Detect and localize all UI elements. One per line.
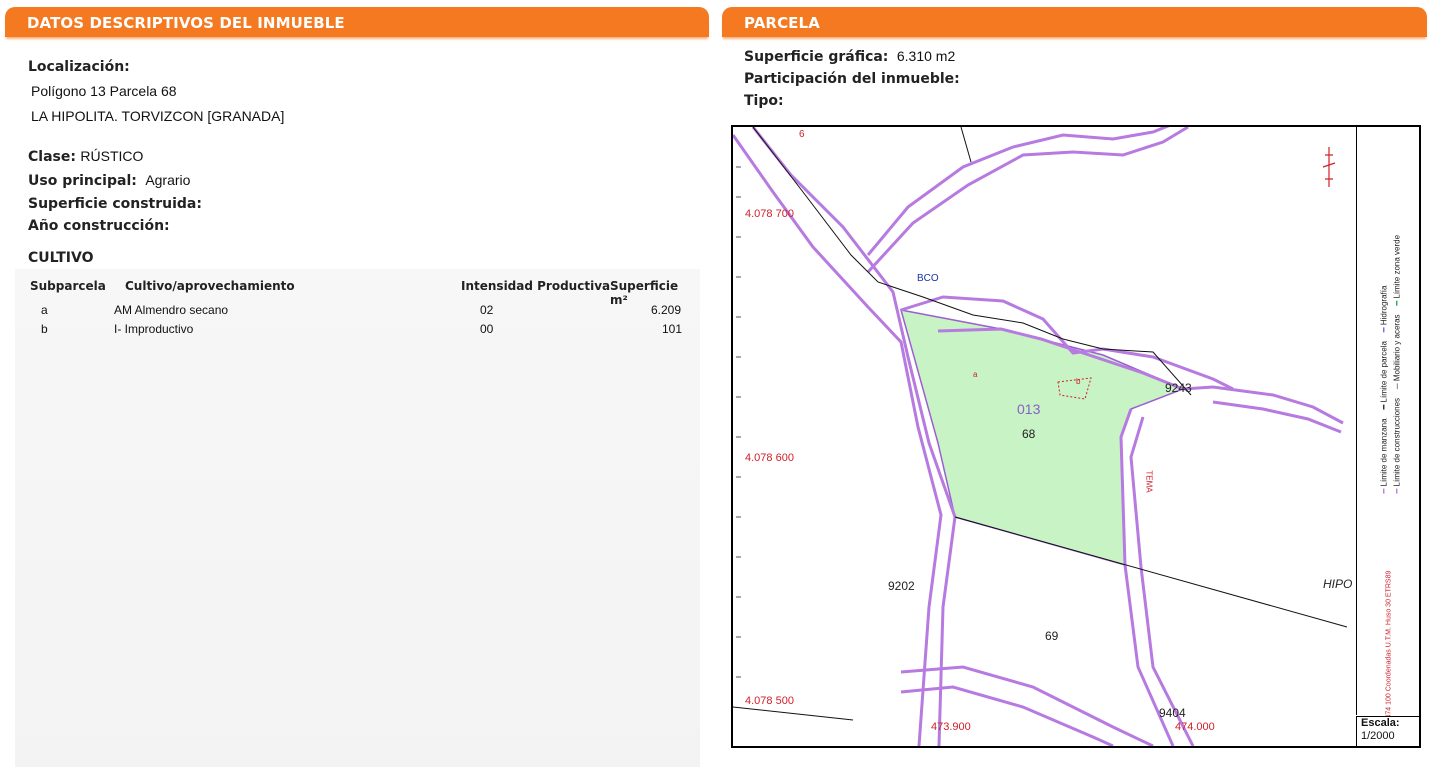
legend-limite-construcciones: ━ Límite de construcciones ─ Mobiliario … [1392, 234, 1402, 494]
parcel-9243-label: 9243 [1165, 381, 1192, 395]
row-b-subparcela: b [41, 322, 48, 336]
col-subparcela: Subparcela [30, 279, 106, 293]
superficie-grafica-row: Superficie gráfica: 6.310 m2 [744, 48, 955, 66]
legend-limite-manzana: ━ Límite de manzana ━ Límite de parcela … [1379, 285, 1389, 494]
clase-label: Clase: [28, 149, 76, 165]
map-scale: Escala: 1/2000 [1356, 716, 1419, 746]
localizacion-line2: LA HIPOLITA. TORVIZCON [GRANADA] [31, 108, 285, 124]
row-b-superficie: 101 [662, 322, 683, 336]
superficie-grafica-value: 6.310 m2 [896, 48, 956, 64]
scale-value: 1/2000 [1361, 730, 1395, 742]
localizacion-line1: Polígono 13 Parcela 68 [31, 83, 177, 99]
parcel-68-area[interactable] [899, 309, 1185, 567]
uso-row: Uso principal: Agrario [28, 172, 190, 190]
localizacion-label: Localización: [28, 59, 130, 75]
uso-value: Agrario [145, 172, 191, 188]
map-legend: ━ Límite de manzana ━ Límite de parcela … [1356, 127, 1419, 719]
descriptive-data-panel: DATOS DESCRIPTIVOS DEL INMUEBLE Localiza… [5, 7, 709, 768]
cadastral-map-svg [733, 127, 1348, 746]
tipo-label: Tipo: [744, 93, 784, 109]
parcel-9202-label: 9202 [888, 579, 915, 593]
north-mark [1322, 147, 1336, 187]
left-ruler [736, 166, 741, 678]
participacion-label: Participación del inmueble: [744, 71, 960, 87]
subparcel-b-label: b [1076, 377, 1081, 386]
superficie-grafica-label: Superficie gráfica: [744, 49, 889, 65]
coord-y-600: 4.078 600 [745, 452, 794, 464]
coord-y-700: 4.078 700 [745, 208, 794, 220]
row-b-intensidad: 00 [480, 322, 494, 336]
bco-label: BCO [917, 273, 939, 284]
row-a-superficie: 6.209 [651, 303, 682, 317]
uso-label: Uso principal: [28, 173, 137, 189]
row-a-intensidad: 02 [480, 303, 494, 317]
clase-row: Clase: RÚSTICO [28, 148, 143, 166]
poligono-label: 013 [1017, 401, 1041, 417]
col-intensidad: Intensidad Productiva [461, 279, 611, 293]
parcela-label: 68 [1022, 427, 1036, 441]
coord-x-473900: 473.900 [931, 721, 971, 733]
cultivo-table: Subparcela Cultivo/aprovechamiento Inten… [15, 269, 700, 767]
superficie-construida-label: Superficie construida: [28, 196, 202, 212]
cadastral-map[interactable]: 4.078 700 4.078 600 4.078 500 473.900 47… [731, 125, 1421, 748]
top-number: 6 [799, 129, 805, 140]
parcel-69-label: 69 [1045, 629, 1059, 643]
coord-y-500: 4.078 500 [745, 695, 794, 707]
hipo-label: HIPO [1323, 577, 1353, 591]
row-b-cultivo: I- Improductivo [114, 322, 194, 336]
col-cultivo: Cultivo/aprovechamiento [125, 279, 295, 293]
clase-value: RÚSTICO [80, 148, 144, 164]
descriptive-data-header: DATOS DESCRIPTIVOS DEL INMUEBLE [5, 7, 709, 37]
coord-x-474000: 474.000 [1175, 721, 1215, 733]
row-a-subparcela: a [41, 303, 48, 317]
tema-label: TEMA [1144, 470, 1154, 493]
legend-coordenadas: 474 100 Coordenadas U.T.M. Huso 30 ETRS8… [1385, 570, 1393, 719]
subparcel-a-label: a [973, 370, 978, 379]
row-a-cultivo: AM Almendro secano [114, 303, 229, 317]
scale-label: Escala: [1361, 717, 1400, 729]
parcela-header: PARCELA [722, 7, 1427, 37]
parcel-9404-label: 9404 [1159, 706, 1186, 720]
cultivo-title: CULTIVO [28, 250, 94, 266]
anio-construccion-label: Año construcción: [28, 218, 170, 234]
